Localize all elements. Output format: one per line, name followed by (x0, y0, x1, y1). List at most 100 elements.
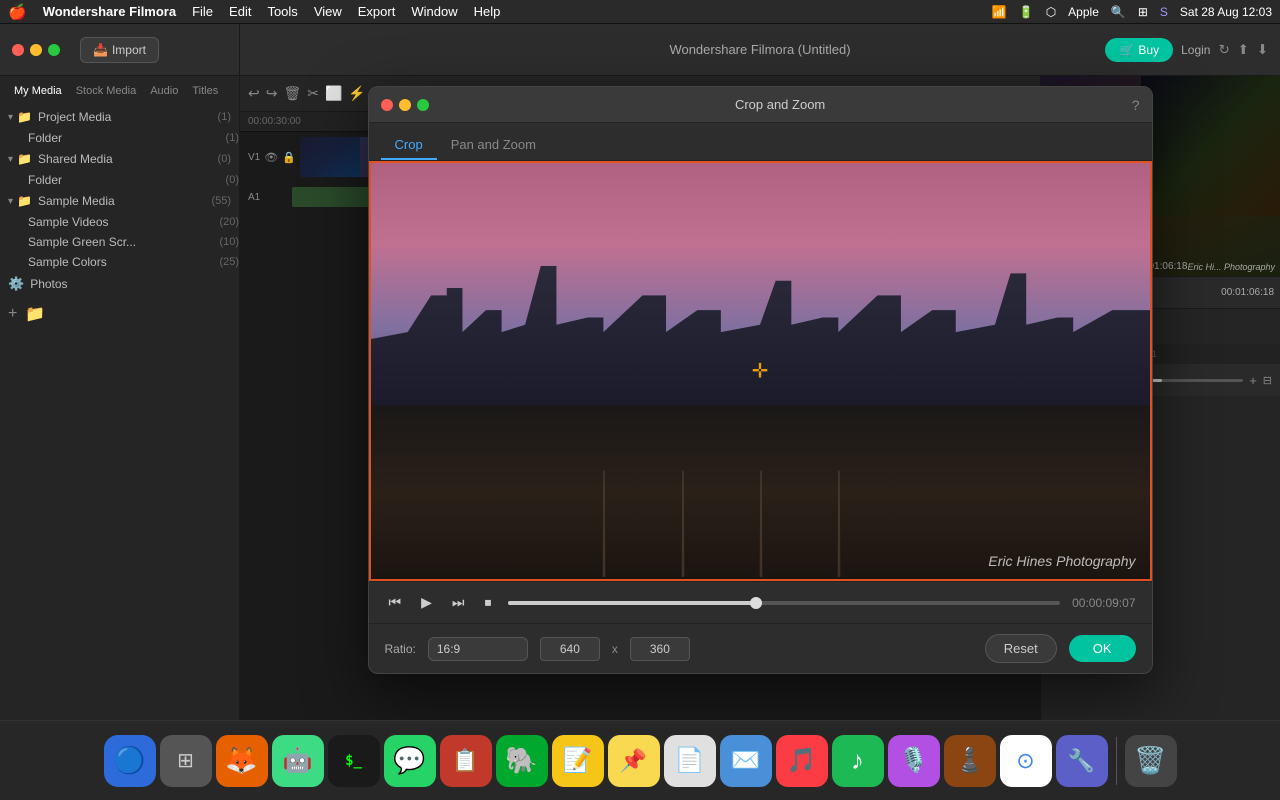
minimize-button[interactable] (30, 44, 42, 56)
dock-finder[interactable]: 🔵 (104, 735, 156, 787)
width-input[interactable]: 640 (540, 637, 600, 661)
import-button[interactable]: 📥 Import (80, 37, 159, 63)
dock-stickies[interactable]: 📌 (608, 735, 660, 787)
shared-media-label: Shared Media (38, 152, 214, 166)
dock-spotify[interactable]: ♪ (832, 735, 884, 787)
dialog-help-button[interactable]: ? (1132, 97, 1140, 113)
sample-colors-item[interactable]: Sample Colors (25) (0, 252, 239, 272)
dock-launchpad[interactable]: ⊞ (160, 735, 212, 787)
window-menu[interactable]: Window (411, 4, 457, 19)
sample-green-item[interactable]: Sample Green Scr... (10) (0, 232, 239, 252)
sample-media-label: Sample Media (38, 194, 207, 208)
shared-media-folder[interactable]: Folder (0) (0, 170, 239, 190)
playback-time: 00:00:09:07 (1072, 596, 1135, 610)
sample-media-header[interactable]: ▾ 📁 Sample Media (55) (0, 190, 239, 212)
export-menu[interactable]: Export (358, 4, 396, 19)
dock-chrome[interactable]: ⊙ (1000, 735, 1052, 787)
photos-item[interactable]: ⚙️ Photos (0, 272, 239, 296)
dock-separator (1116, 737, 1117, 785)
reset-button[interactable]: Reset (985, 634, 1057, 663)
sample-videos-count: (20) (219, 216, 239, 228)
import-icon: 📥 (93, 43, 108, 57)
dock-trash[interactable]: 🗑️ (1125, 735, 1177, 787)
dock-mail[interactable]: ✉️ (720, 735, 772, 787)
download-button[interactable]: ⬇ (1257, 42, 1268, 58)
dock-firefox[interactable]: 🦊 (216, 735, 268, 787)
shared-media-header[interactable]: ▾ 📁 Shared Media (0) (0, 148, 239, 170)
project-media-folder[interactable]: Folder (1) (0, 128, 239, 148)
control-center-icon[interactable]: ⊞ (1138, 5, 1148, 19)
help-menu[interactable]: Help (474, 4, 501, 19)
refresh-button[interactable]: ↻ (1218, 42, 1229, 58)
tab-stock-media[interactable]: Stock Media (70, 82, 143, 100)
dialog-titlebar: Crop and Zoom ? (369, 87, 1152, 123)
dialog-minimize-button[interactable] (399, 99, 411, 111)
share-button[interactable]: ⬆ (1238, 42, 1249, 58)
crop-zoom-dialog: Crop and Zoom ? Crop Pan and Zoom (368, 86, 1153, 674)
dock-tasks[interactable]: 📋 (440, 735, 492, 787)
project-media-group: ▾ 📁 Project Media (1) Folder (1) (0, 106, 239, 148)
tools-menu[interactable]: Tools (267, 4, 297, 19)
height-input[interactable]: 360 (630, 637, 690, 661)
project-media-header[interactable]: ▾ 📁 Project Media (1) (0, 106, 239, 128)
dock-music[interactable]: 🎵 (776, 735, 828, 787)
ratio-label: Ratio: (385, 642, 416, 656)
play-button[interactable]: ▶ (417, 592, 436, 613)
buy-button[interactable]: 🛒 Buy (1105, 38, 1173, 62)
folder-icon-3: 📁 (17, 194, 32, 208)
dock-doc[interactable]: 📄 (664, 735, 716, 787)
siri-icon[interactable]: S (1160, 5, 1168, 19)
apple-id[interactable]: Apple (1068, 5, 1099, 19)
login-button[interactable]: Login (1181, 43, 1210, 57)
dialog-close-button[interactable] (381, 99, 393, 111)
dock-podcasts[interactable]: 🎙️ (888, 735, 940, 787)
app-name-menu[interactable]: Wondershare Filmora (43, 4, 176, 19)
dialog-title: Crop and Zoom (429, 97, 1132, 112)
dialog-footer: Ratio: 16:9 4:3 1:1 9:16 Custom 640 x 36… (369, 623, 1152, 673)
edit-menu[interactable]: Edit (229, 4, 251, 19)
add-media-button[interactable]: + (8, 304, 17, 324)
dialog-maximize-button[interactable] (417, 99, 429, 111)
shared-folder-label: Folder (28, 173, 222, 187)
search-icon[interactable]: 🔍 (1111, 5, 1126, 19)
bluetooth-icon[interactable]: ⬡ (1046, 5, 1056, 19)
prev-frame-button[interactable]: ⏮ (385, 592, 406, 613)
file-menu[interactable]: File (192, 4, 213, 19)
watermark-text: Eric Hines Photography (988, 553, 1135, 569)
wifi-icon[interactable]: 📶 (992, 5, 1007, 19)
sample-videos-item[interactable]: Sample Videos (20) (0, 212, 239, 232)
sidebar: 📥 Import My Media Stock Media Audio Titl… (0, 24, 240, 748)
shared-media-group: ▾ 📁 Shared Media (0) Folder (0) (0, 148, 239, 190)
close-button[interactable] (12, 44, 24, 56)
dock-chess[interactable]: ♟️ (944, 735, 996, 787)
tab-my-media[interactable]: My Media (8, 82, 68, 100)
dock: 🔵 ⊞ 🦊 🤖 $_ 💬 📋 🐘 📝 📌 📄 ✉️ 🎵 ♪ 🎙️ ♟️ ⊙ 🔧 … (0, 720, 1280, 800)
tab-audio[interactable]: Audio (144, 82, 184, 100)
dock-whatsapp[interactable]: 💬 (384, 735, 436, 787)
window-controls (12, 44, 60, 56)
playback-progress[interactable] (508, 601, 1061, 605)
dock-notes[interactable]: 📝 (552, 735, 604, 787)
sample-media-count: (55) (211, 195, 231, 207)
dock-better-zip[interactable]: 🔧 (1056, 735, 1108, 787)
create-folder-button[interactable]: 📁 (25, 304, 45, 324)
dialog-tab-pan-zoom[interactable]: Pan and Zoom (437, 131, 550, 160)
dimension-separator: x (612, 642, 618, 656)
dialog-tab-crop[interactable]: Crop (381, 131, 437, 160)
dialog-preview-area: ✛ Eric Hines Photography (369, 161, 1152, 581)
maximize-button[interactable] (48, 44, 60, 56)
dock-android-studio[interactable]: 🤖 (272, 735, 324, 787)
dock-terminal[interactable]: $_ (328, 735, 380, 787)
project-media-count: (1) (218, 111, 231, 123)
shared-media-count: (0) (218, 153, 231, 165)
ratio-select[interactable]: 16:9 4:3 1:1 9:16 Custom (428, 637, 528, 661)
next-frame-button[interactable]: ⏭ (448, 592, 469, 613)
view-menu[interactable]: View (314, 4, 342, 19)
ok-button[interactable]: OK (1069, 635, 1136, 662)
tab-titles[interactable]: Titles (186, 82, 224, 100)
battery-icon[interactable]: 🔋 (1019, 5, 1034, 19)
cart-icon: 🛒 (1119, 43, 1134, 57)
apple-menu[interactable]: 🍎 (8, 3, 27, 21)
dock-evernote[interactable]: 🐘 (496, 735, 548, 787)
stop-button[interactable]: ⏹ (481, 592, 496, 613)
